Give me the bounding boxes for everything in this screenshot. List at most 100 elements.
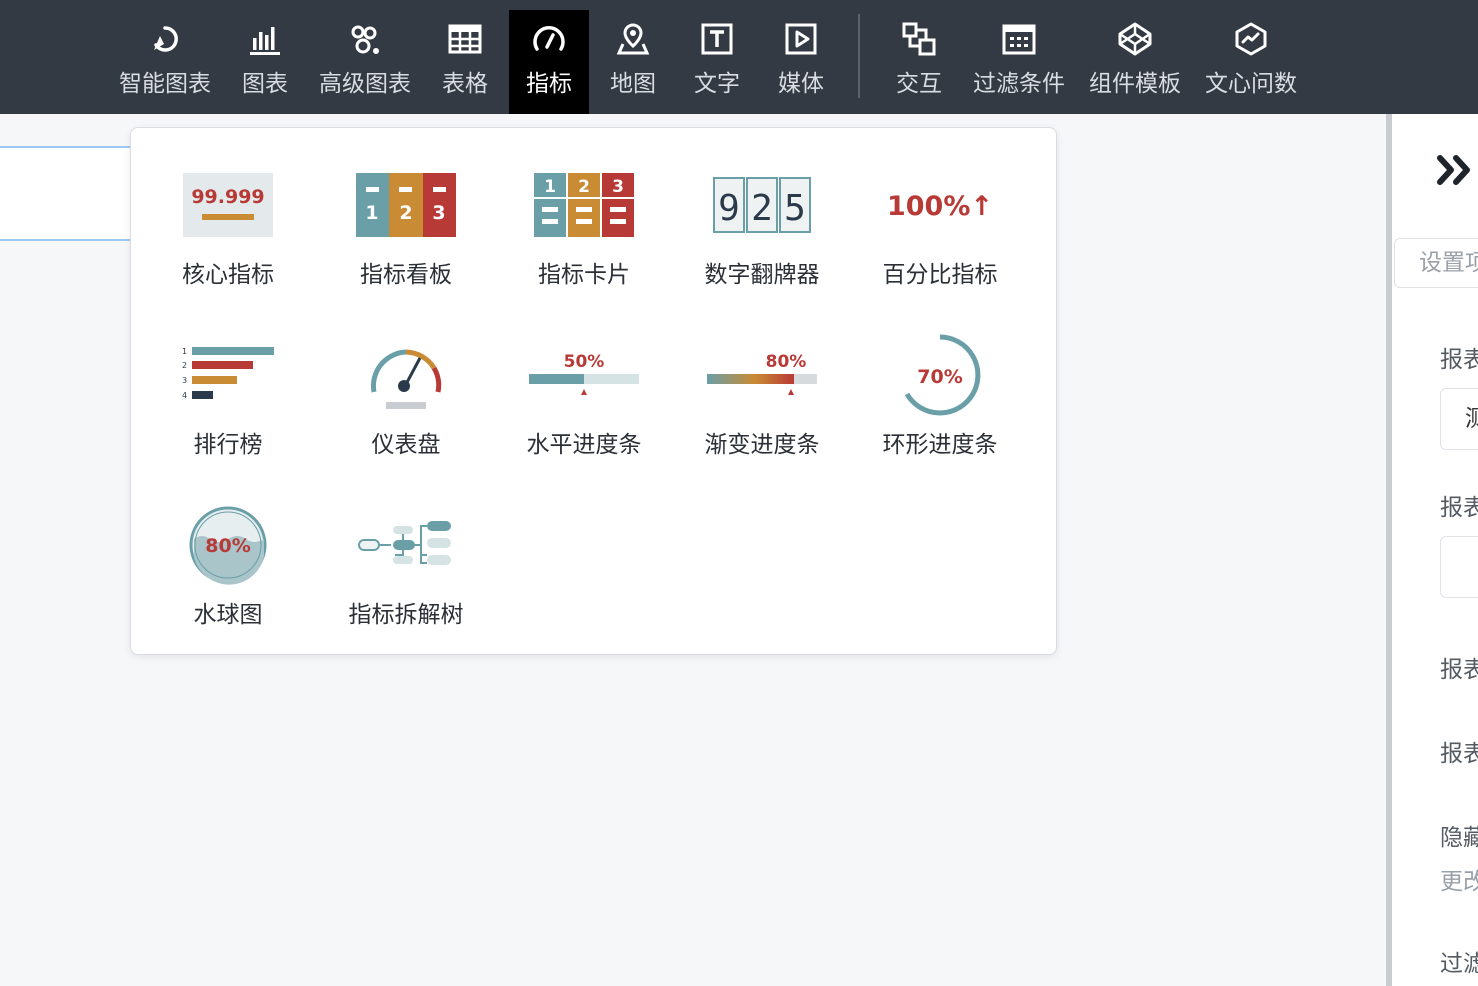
tool-interaction[interactable]: 交互: [890, 10, 948, 114]
rp-field[interactable]: [1440, 536, 1478, 598]
collapse-double-chevron-icon[interactable]: [1434, 150, 1478, 190]
tool-wenxin[interactable]: 文心问数: [1202, 10, 1300, 114]
item-label: 排行榜: [193, 432, 263, 458]
rp-label: 报表: [1440, 741, 1478, 767]
tool-metric[interactable]: 指标: [509, 10, 589, 114]
core-metric-icon: 99.999: [183, 173, 273, 237]
thumb-text: 2: [751, 188, 773, 229]
rp-label: 隐藏: [1440, 825, 1478, 851]
rp-label: 报表: [1440, 495, 1478, 521]
tool-advanced-chart[interactable]: 高级图表: [316, 10, 414, 114]
gauge-icon: [533, 26, 565, 51]
tool-label: 文心问数: [1205, 71, 1297, 97]
item-label: 环形进度条: [882, 432, 998, 458]
tool-label: 表格: [442, 71, 488, 97]
advanced-chart-icon: [351, 25, 379, 54]
item-label: 指标看板: [360, 262, 452, 288]
map-pin-icon: [616, 23, 650, 55]
thumb-text: 80%: [205, 535, 250, 557]
right-settings-panel: 设置项 报表 测 报表 报表 报表 隐藏 更改 过滤: [1392, 114, 1478, 986]
thumb-text: 99.999: [191, 186, 264, 208]
app-root: 智能图表 图表 高级图表 表格 指标 地图 文字 媒体 交互 过滤条件 组件模板…: [0, 0, 1478, 986]
thumb-text: 2: [399, 202, 412, 224]
item-ring-progress[interactable]: 70% 环形进度条: [851, 320, 1029, 490]
metric-board-icon: 1 2 3: [356, 173, 456, 237]
thumb-text: 2: [578, 177, 590, 197]
tool-filter[interactable]: 过滤条件: [970, 10, 1068, 114]
top-toolbar: 智能图表 图表 高级图表 表格 指标 地图 文字 媒体 交互 过滤条件 组件模板…: [0, 0, 1478, 114]
thumb-text: 4: [182, 391, 187, 400]
item-label: 数字翻牌器: [704, 262, 820, 288]
tool-label: 图表: [242, 71, 288, 97]
thumb-text: 1: [544, 177, 556, 197]
tool-map[interactable]: 地图: [604, 10, 662, 114]
thumb-text: 3: [182, 376, 187, 385]
item-label: 指标卡片: [538, 262, 630, 288]
table-icon: [448, 24, 482, 54]
thumb-text: 5: [784, 188, 806, 229]
horizontal-progress-icon: 50%: [529, 352, 639, 395]
tool-label: 文字: [694, 71, 740, 97]
item-label: 指标拆解树: [348, 602, 464, 628]
percent-metric-icon: 100%↑: [887, 191, 993, 222]
rp-label: 报表: [1440, 347, 1478, 373]
item-gauge[interactable]: 仪表盘: [317, 320, 495, 490]
item-horizontal-progress[interactable]: 50% 水平进度条: [495, 320, 673, 490]
tool-text[interactable]: 文字: [688, 10, 746, 114]
tool-media[interactable]: 媒体: [772, 10, 830, 114]
liquid-ball-icon: 80%: [189, 506, 267, 585]
interaction-icon: [902, 22, 936, 56]
thumb-text: 2: [182, 361, 187, 370]
item-digit-flipper[interactable]: 9 2 5 数字翻牌器: [673, 150, 851, 320]
thumb-text: 1: [365, 202, 378, 224]
rp-label: 报表: [1440, 657, 1478, 683]
item-liquid-ball[interactable]: 80% 水球图: [139, 490, 317, 660]
item-label: 水球图: [193, 602, 263, 628]
text-icon: [701, 23, 733, 55]
rp-label: 过滤: [1440, 951, 1478, 977]
item-label: 渐变进度条: [704, 432, 820, 458]
media-play-icon: [785, 23, 817, 55]
tool-label: 过滤条件: [973, 71, 1065, 97]
canvas-selected-widget[interactable]: [0, 146, 140, 241]
thumb-text: 100%↑: [887, 191, 993, 222]
toolbar-divider: [858, 14, 860, 98]
metric-tree-icon: [358, 521, 451, 565]
ring-progress-icon: 70%: [904, 334, 981, 416]
item-ranking[interactable]: 1 2 3 4 排行榜: [139, 320, 317, 490]
ranking-icon: 1 2 3 4: [182, 347, 274, 400]
tool-label: 高级图表: [319, 71, 411, 97]
item-core-metric[interactable]: 99.999 核心指标: [139, 150, 317, 320]
tool-label: 智能图表: [119, 71, 211, 97]
tool-label: 地图: [610, 71, 656, 97]
gradient-progress-icon: 80%: [707, 352, 817, 395]
item-label: 仪表盘: [371, 432, 441, 458]
thumb-text: 50%: [564, 352, 605, 372]
tool-label: 媒体: [778, 71, 824, 97]
rp-field[interactable]: 测: [1440, 388, 1478, 450]
item-metric-board[interactable]: 1 2 3 指标看板: [317, 150, 495, 320]
component-template-icon: [1118, 22, 1152, 56]
thumb-text: 3: [612, 177, 624, 197]
tool-chart[interactable]: 图表: [236, 10, 294, 114]
filter-calendar-icon: [1002, 24, 1036, 55]
thumb-text: 3: [432, 202, 445, 224]
bar-chart-icon: [250, 27, 280, 55]
tool-label: 指标: [526, 71, 572, 97]
item-metric-card[interactable]: 1 2 3 指标卡片: [495, 150, 673, 320]
thumb-text: 9: [718, 188, 740, 229]
tool-component-template[interactable]: 组件模板: [1086, 10, 1184, 114]
item-label: 百分比指标: [882, 262, 998, 288]
tool-smart-chart[interactable]: 智能图表: [116, 10, 214, 114]
item-metric-tree[interactable]: 指标拆解树: [317, 490, 495, 660]
thumb-text: 1: [182, 347, 187, 356]
smart-chart-icon: [154, 26, 178, 52]
metric-dropdown-panel: 99.999 核心指标 1 2 3 指标看板 1 2 3 指标卡片 9 2 5 …: [130, 127, 1057, 655]
settings-tab[interactable]: 设置项: [1394, 238, 1478, 288]
item-percent-metric[interactable]: 100%↑ 百分比指标: [851, 150, 1029, 320]
tool-label: 交互: [896, 71, 942, 97]
item-label: 水平进度条: [526, 432, 642, 458]
tool-table[interactable]: 表格: [436, 10, 494, 114]
item-gradient-progress[interactable]: 80% 渐变进度条: [673, 320, 851, 490]
metric-card-icon: 1 2 3: [534, 173, 634, 237]
